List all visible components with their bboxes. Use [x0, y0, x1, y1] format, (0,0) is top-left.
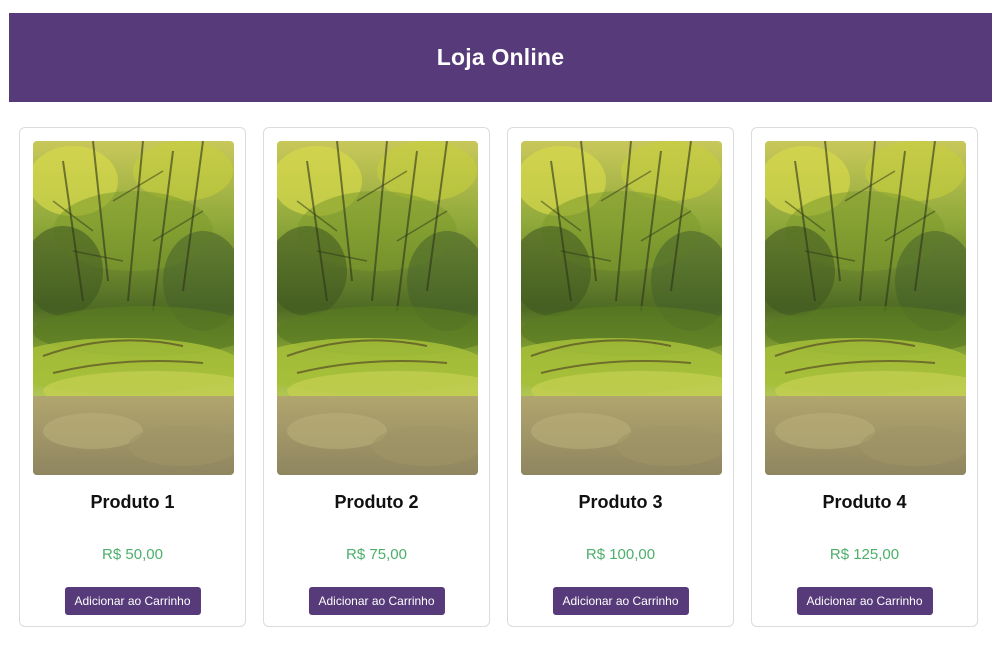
page: Loja Online Produto 1 R$ 50,00 Adicionar… [0, 0, 992, 660]
product-image [277, 141, 478, 475]
product-image [33, 141, 234, 475]
store-title: Loja Online [436, 44, 565, 70]
product-name: Produto 4 [822, 492, 907, 512]
product-price: R$ 125,00 [829, 546, 900, 563]
product-name: Produto 3 [578, 492, 663, 512]
product-card: Produto 2 R$ 75,00 Adicionar ao Carrinho [263, 127, 490, 627]
product-grid: Produto 1 R$ 50,00 Adicionar ao Carrinho… [19, 127, 979, 629]
add-to-cart-button[interactable]: Adicionar ao Carrinho [796, 587, 933, 615]
product-image [521, 141, 722, 475]
product-card: Produto 4 R$ 125,00 Adicionar ao Carrinh… [751, 127, 978, 627]
add-to-cart-button[interactable]: Adicionar ao Carrinho [308, 587, 445, 615]
add-to-cart-button[interactable]: Adicionar ao Carrinho [64, 587, 201, 615]
product-price: R$ 100,00 [585, 546, 656, 563]
product-image [765, 141, 966, 475]
product-name: Produto 1 [90, 492, 175, 512]
add-to-cart-button[interactable]: Adicionar ao Carrinho [552, 587, 689, 615]
product-price: R$ 75,00 [346, 546, 407, 563]
site-header: Loja Online [9, 13, 992, 102]
product-price: R$ 50,00 [102, 546, 163, 563]
product-name: Produto 2 [334, 492, 419, 512]
product-card: Produto 1 R$ 50,00 Adicionar ao Carrinho [19, 127, 246, 627]
product-card: Produto 3 R$ 100,00 Adicionar ao Carrinh… [507, 127, 734, 627]
